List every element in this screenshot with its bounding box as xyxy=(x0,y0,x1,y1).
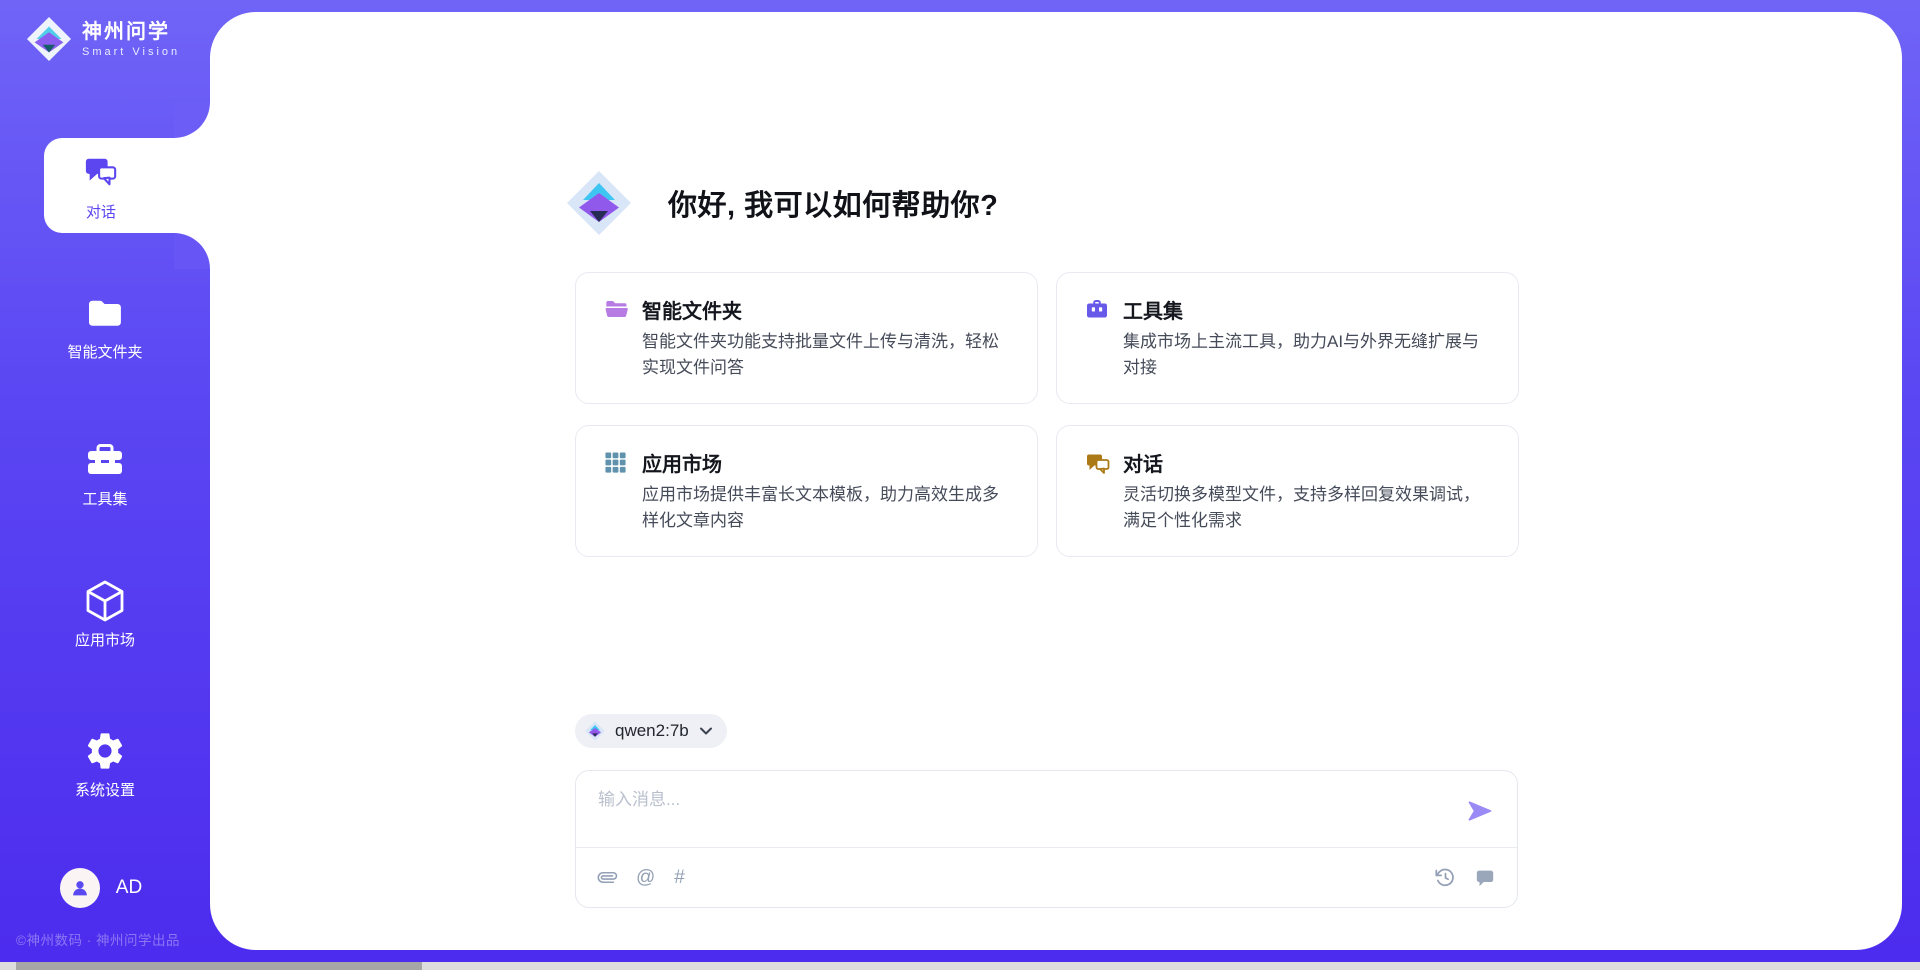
sidebar-item-settings[interactable]: 系统设置 xyxy=(4,728,206,800)
chevron-down-icon xyxy=(699,726,713,736)
user-name: AD xyxy=(116,877,142,899)
sidebar-item-app-market[interactable]: 应用市场 xyxy=(4,578,206,650)
greeting-title: 你好, 我可以如何帮助你? xyxy=(668,182,998,224)
horizontal-scrollbar[interactable] xyxy=(0,962,1920,970)
sidebar-footer: ©神州数码 · 神州问学出品 xyxy=(16,929,180,949)
sidebar: 神州问学 Smart Vision 对话 智能文件夹 xyxy=(0,0,210,970)
chat-bubble-icon[interactable] xyxy=(1475,868,1495,887)
card-description: 灵活切换多模型文件，支持多样回复效果调试，满足个性化需求 xyxy=(1123,482,1494,535)
sidebar-item-label: 系统设置 xyxy=(75,779,135,800)
composer-toolbar: @ # xyxy=(576,847,1517,907)
tab-inverted-corner-top xyxy=(174,102,210,138)
send-icon xyxy=(1466,797,1494,825)
history-icon[interactable] xyxy=(1435,867,1456,888)
gear-icon xyxy=(83,728,127,774)
message-composer: @ # xyxy=(575,770,1518,908)
greeting-row: 你好, 我可以如何帮助你? xyxy=(566,170,998,236)
brand-name: 神州问学 xyxy=(82,21,180,43)
chat-bubbles-icon xyxy=(82,149,120,195)
main-panel: 你好, 我可以如何帮助你? 智能文件夹 智能文件夹功能支持批量文件上传与清洗，轻… xyxy=(210,12,1902,950)
chat-bubbles-icon xyxy=(1085,451,1111,479)
sidebar-item-label: 对话 xyxy=(86,201,116,222)
brand-diamond-icon xyxy=(26,16,72,62)
avatar xyxy=(60,868,100,908)
card-app-market[interactable]: 应用市场 应用市场提供丰富长文本模板，助力高效生成多样化文章内容 xyxy=(575,425,1038,557)
card-description: 集成市场上主流工具，助力AI与外界无缝扩展与对接 xyxy=(1123,329,1494,382)
sidebar-item-smart-folders[interactable]: 智能文件夹 xyxy=(4,290,206,362)
sidebar-item-chat[interactable]: 对话 xyxy=(44,138,210,233)
sidebar-item-label: 智能文件夹 xyxy=(67,341,142,362)
card-description: 应用市场提供丰富长文本模板，助力高效生成多样化文章内容 xyxy=(642,482,1013,535)
model-selector[interactable]: qwen2:7b xyxy=(575,714,727,748)
brand-subtitle: Smart Vision xyxy=(82,46,180,58)
logo-diamond-icon xyxy=(585,721,605,741)
model-name: qwen2:7b xyxy=(615,721,689,741)
tab-inverted-corner-bottom xyxy=(174,233,210,269)
person-icon xyxy=(69,877,91,899)
hash-icon[interactable]: # xyxy=(674,868,685,887)
paperclip-icon[interactable] xyxy=(598,868,617,887)
card-chat[interactable]: 对话 灵活切换多模型文件，支持多样回复效果调试，满足个性化需求 xyxy=(1056,425,1519,557)
card-description: 智能文件夹功能支持批量文件上传与清洗，轻松实现文件问答 xyxy=(642,329,1013,382)
grid-icon xyxy=(604,451,627,479)
folder-icon xyxy=(85,290,125,336)
scrollbar-thumb[interactable] xyxy=(16,962,422,970)
sidebar-item-label: 应用市场 xyxy=(75,629,135,650)
card-toolset[interactable]: 工具集 集成市场上主流工具，助力AI与外界无缝扩展与对接 xyxy=(1056,272,1519,404)
card-title: 工具集 xyxy=(1123,295,1183,324)
message-input[interactable] xyxy=(596,783,1446,835)
logo-diamond-icon xyxy=(566,170,632,236)
sidebar-item-label: 工具集 xyxy=(82,488,127,509)
card-smart-folders[interactable]: 智能文件夹 智能文件夹功能支持批量文件上传与清洗，轻松实现文件问答 xyxy=(575,272,1038,404)
at-icon[interactable]: @ xyxy=(636,868,655,887)
card-title: 对话 xyxy=(1123,448,1163,477)
toolbox-icon xyxy=(85,437,125,483)
card-title: 智能文件夹 xyxy=(642,295,742,324)
sidebar-item-toolset[interactable]: 工具集 xyxy=(4,437,206,509)
brand-logo: 神州问学 Smart Vision xyxy=(26,16,180,62)
cube-icon xyxy=(82,578,128,624)
card-title: 应用市场 xyxy=(642,448,722,477)
folder-open-icon xyxy=(604,298,629,325)
briefcase-icon xyxy=(1085,298,1109,325)
user-profile[interactable]: AD xyxy=(0,868,202,908)
send-button[interactable] xyxy=(1465,797,1495,827)
